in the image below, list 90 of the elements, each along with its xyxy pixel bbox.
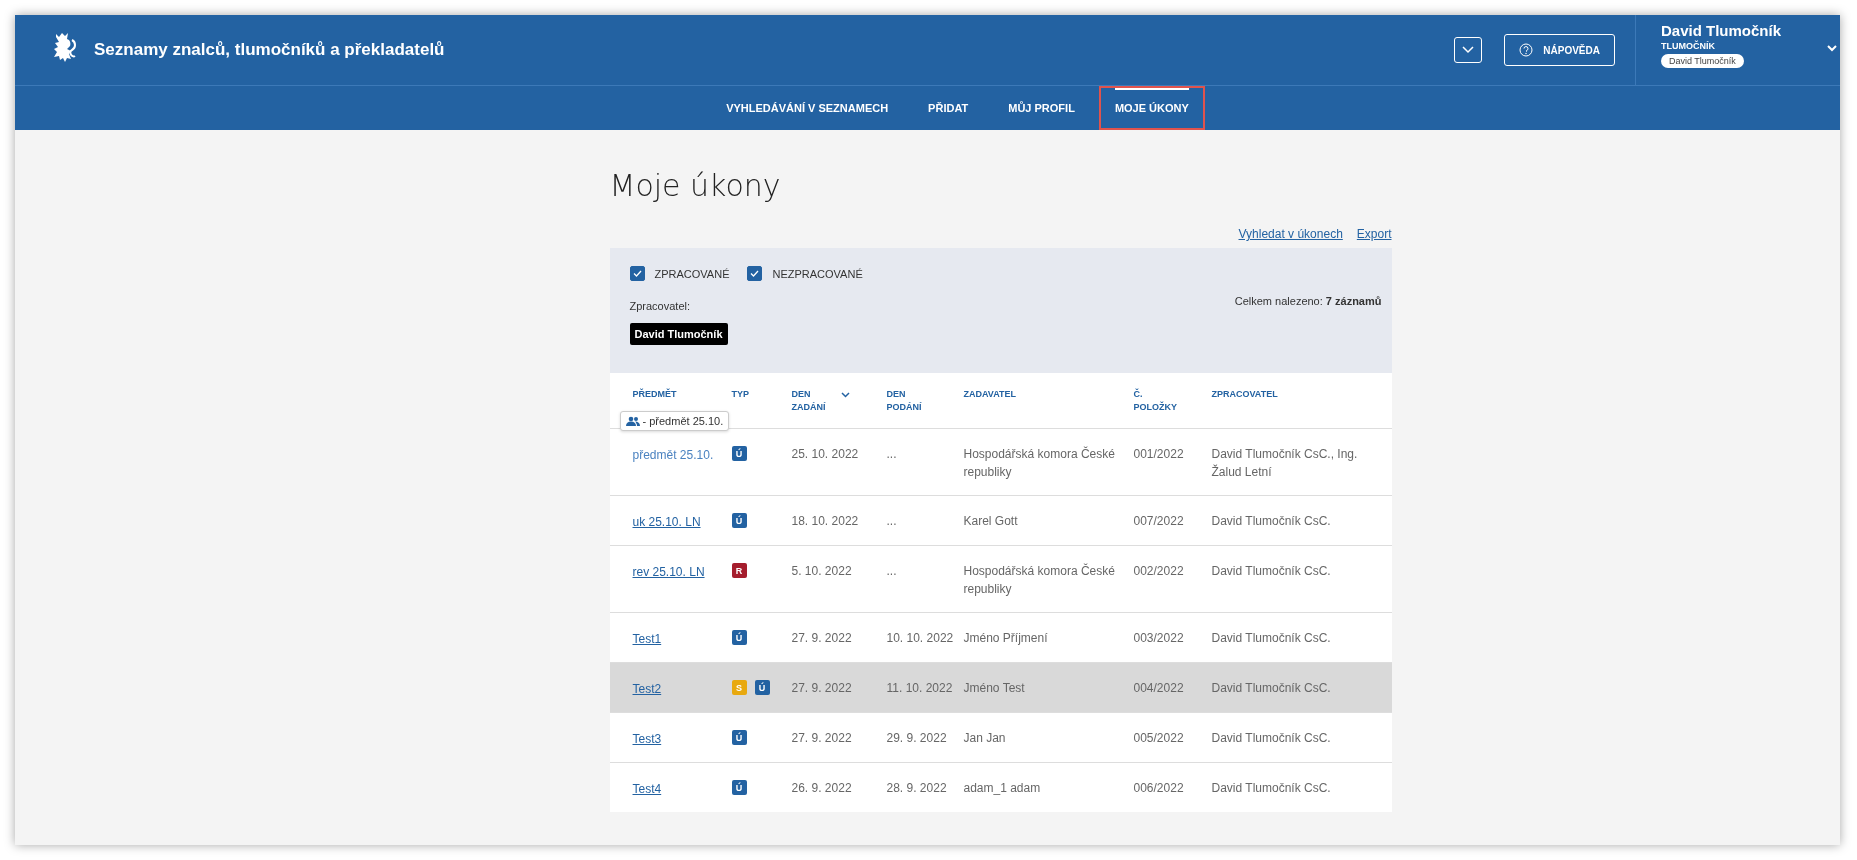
table-row[interactable]: Test4 Ú 26. 9. 2022 28. 9. 2022 adam_1 adam 006/2022 David Tlumočník CsC.: [609, 762, 1392, 812]
checkbox[interactable]: [629, 266, 645, 281]
table-cell: David Tlumočník CsC.: [1211, 631, 1331, 645]
action-link[interactable]: Export: [1356, 227, 1392, 241]
total-count: Celkem nalezeno: 7 záznamů: [1234, 295, 1382, 309]
column-header[interactable]: DEN ZADÁNÍ: [791, 388, 826, 414]
type-badge: S: [731, 680, 747, 695]
subject-link[interactable]: Test4: [632, 782, 662, 796]
table-cell: ...: [886, 564, 897, 578]
table-cell: Jméno Příjmení: [963, 631, 1048, 645]
table-cell: 10. 10. 2022: [886, 631, 954, 645]
type-badge: Ú: [754, 680, 770, 695]
dropdown-button[interactable]: [1454, 37, 1483, 63]
table-cell: 27. 9. 2022: [791, 631, 852, 645]
nav-tab[interactable]: MŮJ PROFIL: [992, 86, 1091, 130]
user-chip: David Tlumočník: [1661, 54, 1744, 68]
table-cell: David Tlumočník CsC., Ing. Žalud Letní: [1211, 447, 1358, 479]
table-cell: 27. 9. 2022: [791, 731, 852, 745]
table-cell: David Tlumočník CsC.: [1211, 681, 1331, 695]
table-cell: 5. 10. 2022: [791, 564, 852, 578]
checkbox-label: ZPRACOVANÉ: [654, 267, 730, 280]
user-name: David Tlumočník: [1661, 22, 1782, 39]
checkbox-label: NEZPRACOVANÉ: [772, 267, 863, 280]
column-header[interactable]: DEN PODÁNÍ: [886, 388, 922, 414]
type-badge: Ú: [731, 780, 747, 795]
table-cell: Jan Jan: [963, 731, 1006, 745]
subject-link[interactable]: Test2: [632, 682, 662, 696]
table-row[interactable]: rev 25.10. LN R 5. 10. 2022 ... Hospodářská komora České republiky 002/2022 David Tlumočník CsC.: [609, 545, 1392, 612]
table-cell: 28. 9. 2022: [886, 781, 947, 795]
table-cell: 003/2022: [1133, 631, 1184, 645]
nav-tab[interactable]: MOJE ÚKONY: [1098, 86, 1205, 130]
nav-tab[interactable]: PŘIDAT: [912, 86, 985, 130]
help-icon: [1519, 43, 1534, 57]
type-badge: Ú: [731, 630, 747, 645]
action-link[interactable]: Vyhledat v úkonech: [1238, 227, 1343, 241]
column-header[interactable]: PŘEDMĚT: [632, 388, 677, 401]
table-cell: Jméno Test: [963, 681, 1025, 695]
chevron-down-icon: [1462, 46, 1475, 54]
table-cell: ...: [886, 514, 897, 528]
processor-label: Zpracovatel:: [629, 300, 691, 312]
table-cell: 002/2022: [1133, 564, 1184, 578]
column-header[interactable]: ZPRACOVATEL: [1211, 388, 1278, 401]
table-cell: 18. 10. 2022: [791, 514, 859, 528]
table-row[interactable]: Test2 S Ú 27. 9. 2022 11. 10. 2022 Jméno Test 004/2022 David Tlumočník CsC.: [609, 662, 1392, 712]
table-cell: Karel Gott: [963, 514, 1018, 528]
column-header[interactable]: ZADAVATEL: [963, 388, 1016, 401]
page-title: Moje úkony: [609, 168, 782, 203]
people-icon: [625, 416, 640, 426]
subject-link[interactable]: rev 25.10. LN: [632, 565, 705, 579]
processor-chip[interactable]: David Tlumočník: [629, 323, 728, 345]
chevron-down-icon[interactable]: [1826, 42, 1838, 54]
table-cell: David Tlumočník CsC.: [1211, 781, 1331, 795]
table-cell: David Tlumočník CsC.: [1211, 514, 1331, 528]
table-cell: 25. 10. 2022: [791, 447, 859, 461]
type-badge: Ú: [731, 730, 747, 745]
subject-link[interactable]: předmět 25.10.: [632, 448, 714, 462]
table-cell: David Tlumočník CsC.: [1211, 731, 1331, 745]
tooltip: - předmět 25.10.: [619, 411, 730, 431]
check-icon: [750, 270, 760, 277]
table-cell: David Tlumočník CsC.: [1211, 564, 1331, 578]
table-row[interactable]: Test3 Ú 27. 9. 2022 29. 9. 2022 Jan Jan 005/2022 David Tlumočník CsC.: [609, 712, 1392, 762]
sort-icon[interactable]: [841, 392, 851, 398]
table-cell: 11. 10. 2022: [886, 681, 953, 695]
checkbox[interactable]: [747, 266, 763, 281]
table-cell: 006/2022: [1133, 781, 1184, 795]
user-role: TLUMOČNÍK: [1661, 41, 1715, 51]
type-badge: R: [731, 563, 747, 578]
table-cell: 27. 9. 2022: [791, 681, 852, 695]
app-title: Seznamy znalců, tlumočníků a překladatelů: [94, 40, 446, 60]
help-button[interactable]: NÁPOVĚDA: [1504, 34, 1615, 66]
type-badge: Ú: [731, 513, 747, 528]
table-row[interactable]: uk 25.10. LN Ú 18. 10. 2022 ... Karel Gott 007/2022 David Tlumočník CsC.: [609, 495, 1392, 545]
table-cell: 007/2022: [1133, 514, 1184, 528]
subject-link[interactable]: Test1: [632, 632, 662, 646]
subject-link[interactable]: uk 25.10. LN: [632, 515, 701, 529]
column-header[interactable]: TYP: [731, 388, 749, 401]
subject-link[interactable]: Test3: [632, 732, 662, 746]
type-badge: Ú: [731, 446, 747, 461]
table-cell: 005/2022: [1133, 731, 1184, 745]
table-cell: Hospodářská komora České republiky: [963, 564, 1115, 596]
table-cell: 26. 9. 2022: [791, 781, 852, 795]
check-icon: [632, 270, 642, 277]
nav-tab[interactable]: VYHLEDÁVÁNÍ V SEZNAMECH: [710, 86, 905, 130]
table-cell: 29. 9. 2022: [886, 731, 947, 745]
table-cell: ...: [886, 447, 897, 461]
table-cell: adam_1 adam: [963, 781, 1041, 795]
table-cell: 004/2022: [1133, 681, 1184, 695]
column-header[interactable]: Č. POLOŽKY: [1133, 388, 1177, 414]
table-cell: Hospodářská komora České republiky: [963, 447, 1115, 479]
table-cell: 001/2022: [1133, 447, 1184, 461]
